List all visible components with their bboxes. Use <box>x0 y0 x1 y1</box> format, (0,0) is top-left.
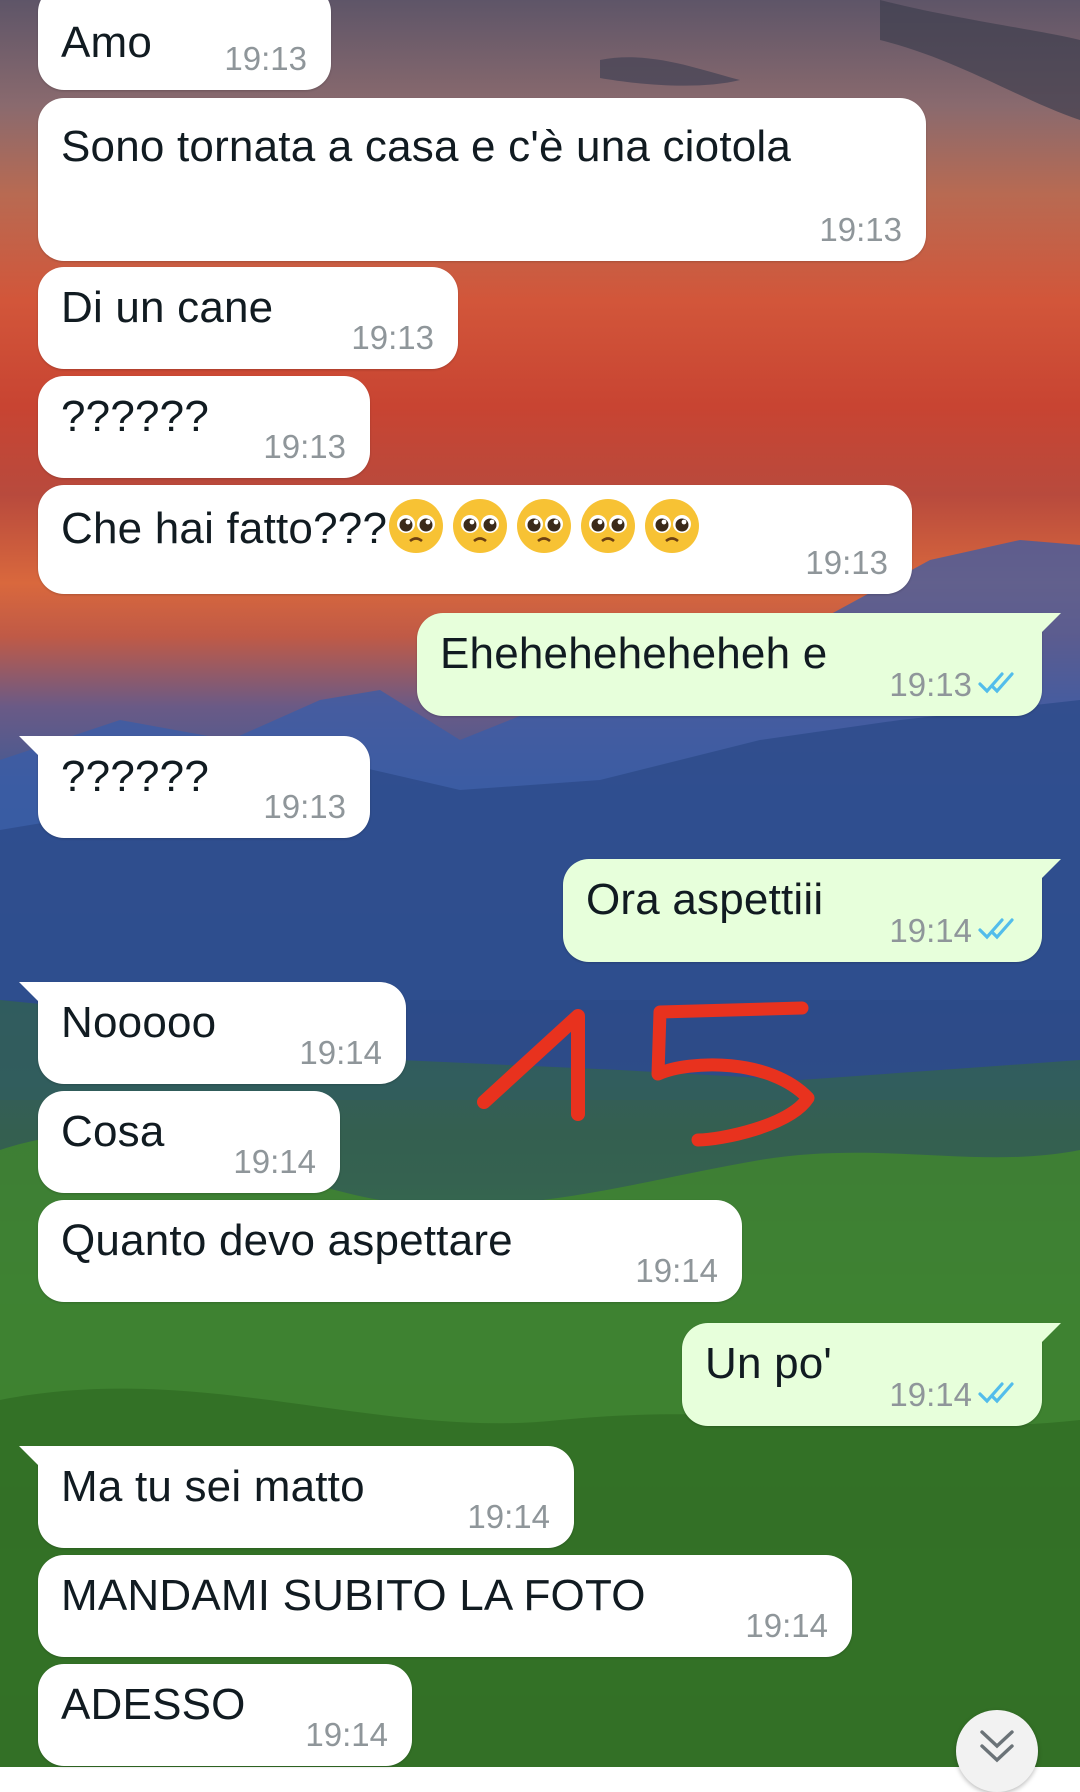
message-meta: 19:13 <box>263 788 346 826</box>
message-time: 19:14 <box>467 1498 550 1535</box>
message-meta: 19:13 <box>263 428 346 466</box>
message-text: Quanto devo aspettare <box>61 1216 513 1265</box>
message-meta: 19:14 <box>889 1376 1018 1414</box>
message-text-content: Che hai fatto??? <box>61 504 388 553</box>
message-time: 19:14 <box>635 1252 718 1289</box>
bubble-tail <box>19 1446 41 1468</box>
bubble-tail <box>1039 613 1061 635</box>
bubble-tail <box>19 736 41 758</box>
message-text: MANDAMI SUBITO LA FOTO <box>61 1571 646 1620</box>
outgoing-message-bubble[interactable]: Un po' 19:14 <box>682 1323 1061 1426</box>
message-time: 19:13 <box>819 211 902 248</box>
pleading-face-emoji <box>579 497 637 555</box>
message-text: Di un cane <box>61 283 274 332</box>
message-meta: 19:13 <box>805 544 888 582</box>
incoming-message-bubble[interactable]: ADESSO 19:14 <box>38 1664 412 1766</box>
incoming-message-bubble[interactable]: Ma tu sei matto 19:14 <box>19 1446 574 1548</box>
pleading-face-emoji <box>451 497 509 555</box>
message-meta: 19:13 <box>889 666 1018 704</box>
message-meta: 19:13 <box>224 40 307 78</box>
scroll-to-bottom-button[interactable] <box>956 1710 1038 1792</box>
message-text: Eheheheheheheh e <box>440 629 828 678</box>
bubble-tail <box>1039 1323 1061 1345</box>
message-time: 19:13 <box>263 788 346 825</box>
incoming-message-bubble[interactable]: ?????? 19:13 <box>19 736 370 838</box>
incoming-message-bubble[interactable]: Quanto devo aspettare 19:14 <box>38 1200 742 1302</box>
pleading-face-emoji <box>515 497 573 555</box>
pleading-face-emoji <box>387 497 445 555</box>
message-meta: 19:13 <box>819 211 902 249</box>
incoming-message-bubble[interactable]: Sono tornata a casa e c'è una ciotola 19… <box>38 98 926 261</box>
message-time: 19:14 <box>299 1034 382 1071</box>
message-text: Amo <box>61 18 153 67</box>
outgoing-message-bubble[interactable]: Eheheheheheheh e 19:13 <box>417 613 1061 716</box>
message-meta: 19:14 <box>305 1716 388 1754</box>
annotation-15-drawing <box>477 1001 815 1147</box>
message-text: ?????? <box>61 392 210 441</box>
message-time: 19:14 <box>889 1376 972 1413</box>
incoming-message-bubble[interactable]: Amo 19:13 <box>38 0 331 90</box>
double-chevron-down-icon <box>980 1730 1014 1763</box>
message-text: Ora aspettiii <box>586 875 824 924</box>
double-check-read-icon <box>978 1376 1018 1414</box>
double-check-read-icon <box>978 912 1018 950</box>
message-text: Sono tornata a casa e c'è una ciotola <box>61 122 792 171</box>
message-text: Un po' <box>705 1339 833 1388</box>
message-text: ADESSO <box>61 1680 246 1729</box>
message-meta: 19:14 <box>299 1034 382 1072</box>
incoming-message-bubble[interactable]: ?????? 19:13 <box>38 376 370 478</box>
message-time: 19:13 <box>351 319 434 356</box>
message-time: 19:13 <box>889 666 972 703</box>
message-time: 19:13 <box>263 428 346 465</box>
pleading-face-emoji <box>643 497 701 555</box>
message-time: 19:14 <box>745 1607 828 1644</box>
message-meta: 19:14 <box>889 912 1018 950</box>
incoming-message-bubble[interactable]: Nooooo 19:14 <box>19 982 406 1084</box>
message-time: 19:13 <box>805 544 888 581</box>
message-time: 19:14 <box>233 1143 316 1180</box>
message-meta: 19:14 <box>745 1607 828 1645</box>
message-meta: 19:14 <box>467 1498 550 1536</box>
message-time: 19:14 <box>889 912 972 949</box>
message-text: Ma tu sei matto <box>61 1462 365 1511</box>
message-text: Nooooo <box>61 998 217 1047</box>
incoming-message-bubble[interactable]: Di un cane 19:13 <box>38 267 458 369</box>
message-meta: 19:14 <box>233 1143 316 1181</box>
incoming-message-bubble[interactable]: MANDAMI SUBITO LA FOTO 19:14 <box>38 1555 852 1657</box>
double-check-read-icon <box>978 666 1018 704</box>
message-time: 19:14 <box>305 1716 388 1753</box>
message-meta: 19:13 <box>351 319 434 357</box>
message-time: 19:13 <box>224 40 307 77</box>
handwritten-number-annotation <box>470 990 830 1165</box>
bubble-tail <box>19 982 41 1004</box>
message-text: Cosa <box>61 1107 165 1156</box>
message-text: Che hai fatto??? <box>61 497 707 558</box>
incoming-message-bubble[interactable]: Che hai fatto??? 19:13 <box>38 485 912 594</box>
outgoing-message-bubble[interactable]: Ora aspettiii 19:14 <box>563 859 1061 962</box>
bubble-tail <box>1039 859 1061 881</box>
incoming-message-bubble[interactable]: Cosa 19:14 <box>38 1091 340 1193</box>
message-meta: 19:14 <box>635 1252 718 1290</box>
message-text: ?????? <box>61 752 210 801</box>
